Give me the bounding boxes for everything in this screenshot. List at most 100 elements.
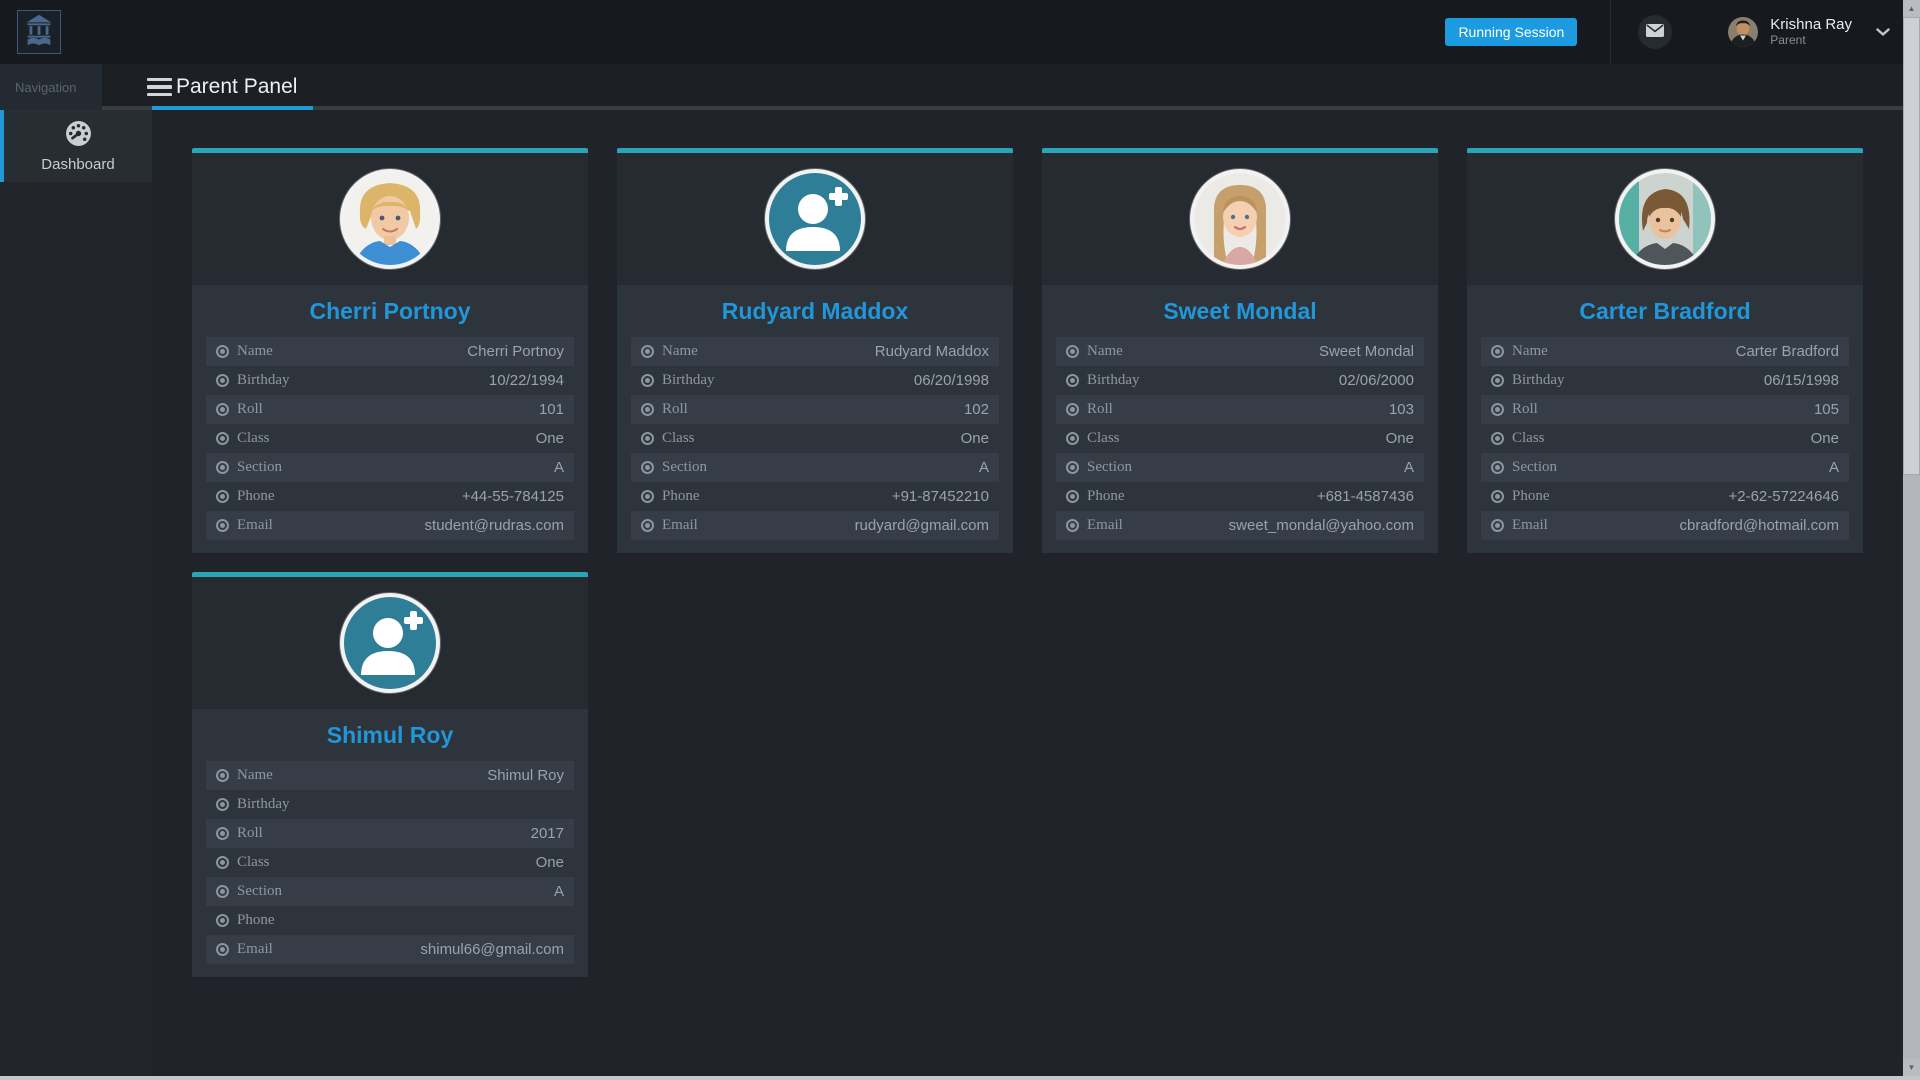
detail-value: 02/06/2000 [1339, 372, 1414, 389]
detail-label: Phone [662, 488, 700, 505]
detail-label: Roll [662, 401, 688, 418]
detail-value: A [1829, 459, 1839, 476]
dot-circle-icon [1491, 490, 1504, 503]
detail-label: Phone [1512, 488, 1550, 505]
detail-row: Roll 102 [631, 395, 999, 424]
detail-row: Phone+681-4587436 [1056, 482, 1424, 511]
student-avatar[interactable] [192, 153, 588, 285]
detail-label-group: Phone [1491, 488, 1550, 505]
menu-toggle-button[interactable] [147, 64, 172, 110]
detail-label: Phone [237, 912, 275, 929]
detail-row: NameShimul Roy [206, 761, 574, 790]
top-bar-right: Running Session Krishna Ray Parent [1445, 0, 1920, 64]
student-card-body: Cherri PortnoyNameCherri PortnoyBirthday… [192, 285, 588, 553]
detail-label-group: Birthday [216, 372, 290, 389]
student-card: Rudyard MaddoxNameRudyard MaddoxBirthday… [617, 148, 1013, 553]
sidebar-item-dashboard[interactable]: Dashboard [0, 110, 152, 182]
detail-label-group: Phone [1066, 488, 1125, 505]
student-avatar[interactable] [192, 577, 588, 709]
user-menu[interactable]: Krishna Ray Parent [1728, 16, 1890, 47]
detail-row: Roll105 [1481, 395, 1849, 424]
detail-value: +91-87452210 [892, 488, 989, 505]
detail-label-group: Email [216, 517, 273, 534]
detail-label: Roll [1087, 401, 1113, 418]
detail-label: Birthday [1512, 372, 1565, 389]
student-name-link[interactable]: Rudyard Maddox [631, 285, 999, 337]
top-bar: Running Session Krishna Ray Parent [0, 0, 1920, 64]
detail-label-group: Roll [216, 401, 263, 418]
detail-row: Roll103 [1056, 395, 1424, 424]
dot-circle-icon [216, 856, 229, 869]
detail-label: Section [1087, 459, 1132, 476]
horizontal-scrollbar[interactable] [0, 1076, 1920, 1080]
detail-value: 102 [964, 401, 989, 418]
detail-label: Class [1512, 430, 1545, 447]
detail-value: One [961, 430, 989, 447]
dot-circle-icon [1491, 374, 1504, 387]
detail-label-group: Roll [1491, 401, 1538, 418]
dot-circle-icon [216, 769, 229, 782]
parent-panel-screen: Running Session Krishna Ray Parent [0, 0, 1920, 1080]
user-name: Krishna Ray [1770, 16, 1852, 33]
student-card-body: Rudyard MaddoxNameRudyard MaddoxBirthday… [617, 285, 1013, 553]
detail-row: ClassOne [206, 848, 574, 877]
detail-label: Phone [1087, 488, 1125, 505]
student-name-link[interactable]: Carter Bradford [1481, 285, 1849, 337]
student-avatar[interactable] [617, 153, 1013, 285]
student-details-table: NameCherri PortnoyBirthday10/22/1994Roll… [206, 337, 574, 540]
detail-value: A [554, 883, 564, 900]
detail-value: 06/15/1998 [1764, 372, 1839, 389]
detail-value: Rudyard Maddox [875, 343, 989, 360]
detail-value: cbradford@hotmail.com [1680, 517, 1839, 534]
detail-label-group: Class [216, 854, 270, 871]
student-name-link[interactable]: Shimul Roy [206, 709, 574, 761]
dot-circle-icon [1491, 519, 1504, 532]
vertical-scrollbar-thumb[interactable] [1903, 17, 1920, 475]
school-building-book-logo-icon [20, 11, 58, 54]
detail-label: Class [662, 430, 695, 447]
sidebar-header: Navigation [0, 64, 102, 110]
detail-label-group: Section [1491, 459, 1557, 476]
topbar-divider [1610, 0, 1611, 64]
student-name-link[interactable]: Cherri Portnoy [206, 285, 574, 337]
student-card: Cherri PortnoyNameCherri PortnoyBirthday… [192, 148, 588, 553]
detail-label-group: Birthday [216, 796, 290, 813]
detail-label: Email [237, 517, 273, 534]
detail-value: rudyard@gmail.com [855, 517, 989, 534]
detail-row: SectionA [206, 877, 574, 906]
scroll-down-button[interactable]: ▼ [1903, 1059, 1920, 1076]
student-name-link[interactable]: Sweet Mondal [1056, 285, 1424, 337]
dot-circle-icon [641, 403, 654, 416]
mail-button[interactable] [1638, 15, 1672, 49]
detail-row: Emailshimul66@gmail.com [206, 935, 574, 964]
dot-circle-icon [641, 345, 654, 358]
detail-label-group: Email [1066, 517, 1123, 534]
detail-label: Roll [237, 825, 263, 842]
navigation-label: Navigation [15, 80, 76, 95]
vertical-scrollbar[interactable]: ▲ ▼ [1903, 0, 1920, 1076]
detail-value: Shimul Roy [487, 767, 564, 784]
student-avatar[interactable] [1042, 153, 1438, 285]
detail-row: NameCarter Bradford [1481, 337, 1849, 366]
running-session-button[interactable]: Running Session [1445, 18, 1577, 46]
scroll-up-button[interactable]: ▲ [1903, 0, 1920, 17]
student-avatar[interactable] [1467, 153, 1863, 285]
detail-row: Phone+44-55-784125 [206, 482, 574, 511]
detail-label: Section [1512, 459, 1557, 476]
detail-value: student@rudras.com [425, 517, 564, 534]
detail-label-group: Class [216, 430, 270, 447]
dot-circle-icon [1491, 461, 1504, 474]
detail-label: Birthday [237, 796, 290, 813]
dot-circle-icon [216, 827, 229, 840]
app-logo[interactable] [17, 10, 61, 54]
detail-row: Birthday10/22/1994 [206, 366, 574, 395]
detail-label-group: Class [641, 430, 695, 447]
detail-label-group: Class [1066, 430, 1120, 447]
detail-row: SectionA [1056, 453, 1424, 482]
detail-label: Birthday [662, 372, 715, 389]
sidebar: Dashboard [0, 110, 152, 1076]
student-card: Sweet MondalNameSweet MondalBirthday02/0… [1042, 148, 1438, 553]
dot-circle-icon [641, 461, 654, 474]
dot-circle-icon [216, 374, 229, 387]
detail-label: Birthday [1087, 372, 1140, 389]
